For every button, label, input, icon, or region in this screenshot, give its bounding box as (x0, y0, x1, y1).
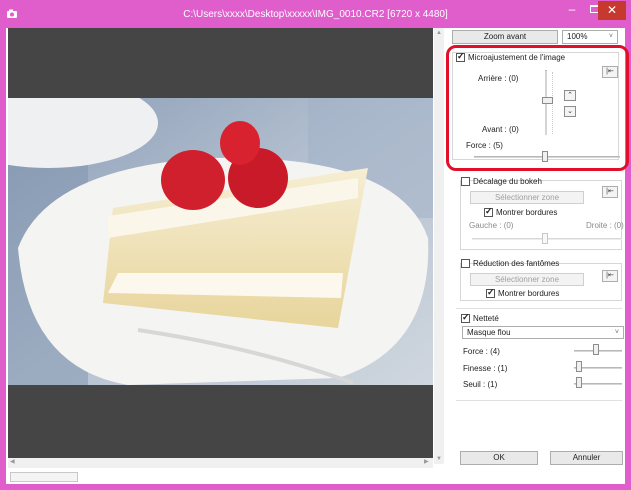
bokeh-borders-label: Montrer bordures (496, 208, 558, 217)
bokeh-select-zone-button[interactable]: Sélectionner zone (470, 191, 584, 204)
title-bar[interactable]: C:\Users\xxxx\Desktop\xxxxx\IMG_0010.CR2… (0, 0, 631, 28)
ok-button[interactable]: OK (460, 451, 538, 465)
bokeh-reset-button[interactable]: |⇤ (602, 186, 618, 198)
ghost-checkbox[interactable] (461, 259, 470, 268)
bokeh-borders-checkbox[interactable] (484, 206, 493, 217)
sharpness-threshold-label: Seuil : (1) (463, 380, 498, 389)
sharpness-force-label: Force : (4) (463, 347, 500, 356)
bokeh-right-label: Droite : (0) (586, 221, 624, 230)
highlight-annotation (446, 45, 629, 171)
chevron-down-icon: ˅ (614, 329, 619, 336)
chevron-down-icon: ˅ (608, 33, 613, 40)
sharpness-checkbox-row[interactable]: Netteté (461, 312, 499, 323)
preview-vertical-scrollbar[interactable]: ▲ ▼ (434, 28, 444, 464)
sharpness-bottom-divider (456, 400, 622, 401)
zoom-select[interactable]: 100% ˅ (562, 30, 618, 44)
scroll-up-icon[interactable]: ▲ (436, 30, 442, 36)
app-window: C:\Users\xxxx\Desktop\xxxxx\IMG_0010.CR2… (0, 0, 631, 490)
ghost-checkbox-row[interactable]: Réduction des fantômes (461, 259, 559, 268)
bokeh-label: Décalage du bokeh (473, 177, 542, 186)
scroll-left-icon[interactable]: ◀ (10, 458, 15, 465)
ghost-borders-checkbox[interactable] (486, 287, 495, 298)
scroll-right-icon[interactable]: ▶ (424, 458, 429, 465)
ghost-borders-row[interactable]: Montrer bordures (486, 287, 560, 298)
sharpness-mode-select[interactable]: Masque flou ˅ (462, 326, 624, 339)
window-title: C:\Users\xxxx\Desktop\xxxxx\IMG_0010.CR2… (183, 9, 448, 20)
bokeh-slider-thumb[interactable] (542, 233, 548, 244)
ghost-borders-label: Montrer bordures (498, 289, 560, 298)
sharpness-checkbox[interactable] (461, 312, 470, 323)
sharpness-mode-value: Masque flou (467, 328, 511, 337)
zoom-in-button[interactable]: Zoom avant (452, 30, 558, 44)
bokeh-checkbox-row[interactable]: Décalage du bokeh (461, 177, 542, 186)
sharpness-label: Netteté (473, 314, 499, 323)
zoom-value: 100% (567, 32, 588, 41)
ghost-label: Réduction des fantômes (473, 259, 560, 268)
bokeh-checkbox[interactable] (461, 177, 470, 186)
scroll-down-icon[interactable]: ▼ (436, 456, 442, 462)
bokeh-left-label: Gauche : (0) (469, 221, 514, 230)
ghost-reset-button[interactable]: |⇤ (602, 270, 618, 282)
cancel-button[interactable]: Annuler (550, 451, 623, 465)
close-button[interactable]: ✕ (598, 1, 626, 20)
minimize-button[interactable]: – (561, 0, 583, 20)
bokeh-borders-row[interactable]: Montrer bordures (484, 206, 558, 217)
sharpness-threshold-slider-thumb[interactable] (576, 377, 582, 388)
reset-arrow-icon: |⇤ (606, 188, 614, 195)
ghost-select-zone-button[interactable]: Sélectionner zone (470, 273, 584, 286)
reset-arrow-icon: |⇤ (606, 272, 614, 279)
sharpness-fineness-label: Finesse : (1) (463, 364, 508, 373)
preview-photo (8, 98, 433, 385)
sharpness-divider (456, 308, 622, 309)
status-bar-field (10, 472, 78, 482)
sharpness-force-slider-thumb[interactable] (593, 344, 599, 355)
image-preview[interactable] (8, 28, 433, 458)
preview-horizontal-scrollbar[interactable]: ◀ ▶ (8, 458, 433, 468)
sharpness-fineness-slider-thumb[interactable] (576, 361, 582, 372)
